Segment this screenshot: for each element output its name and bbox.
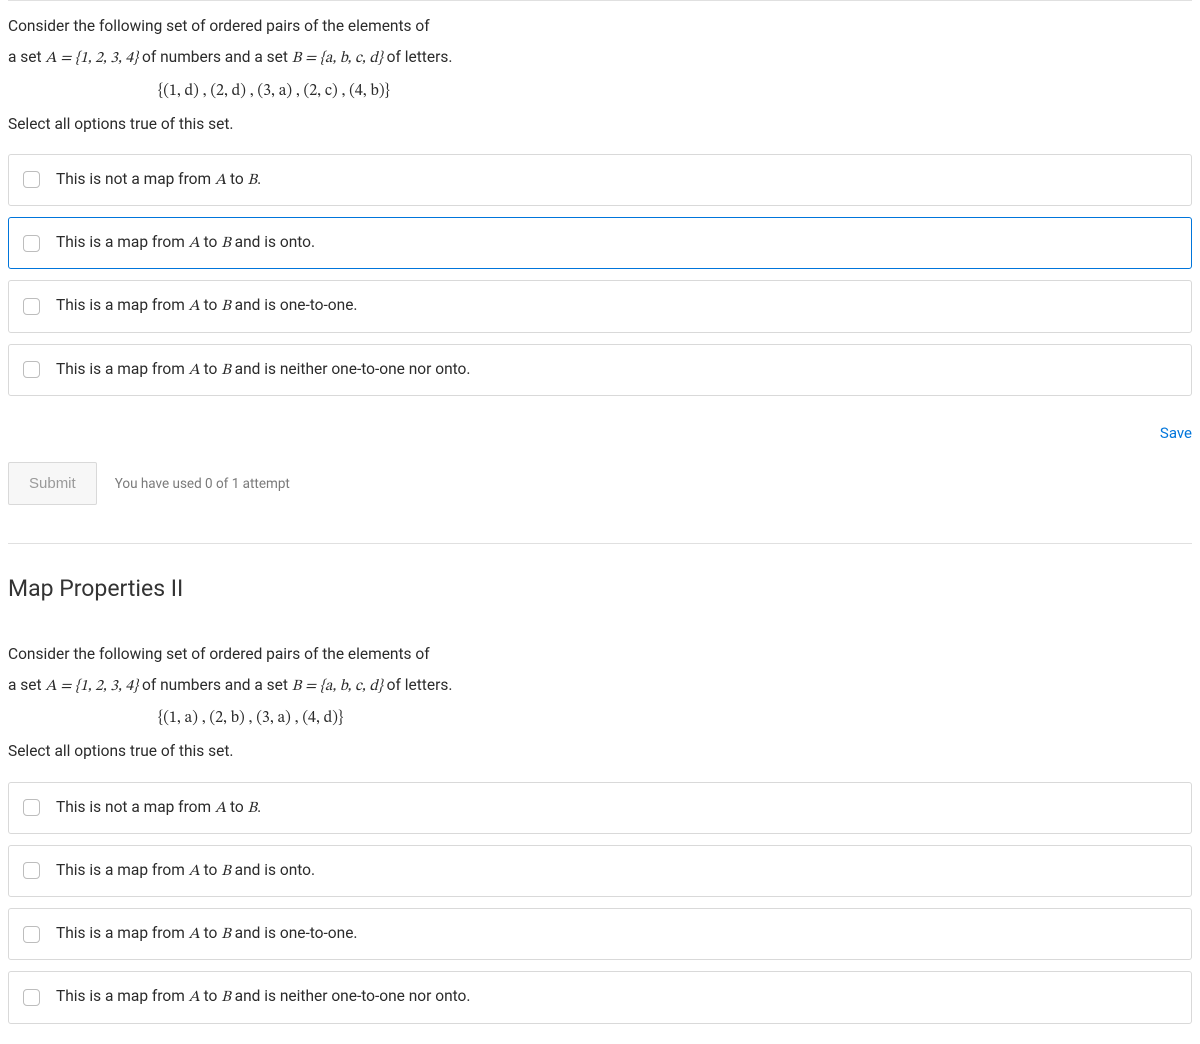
answer-option[interactable]: This is a map from A to B and is onto. xyxy=(8,217,1192,269)
answer-option[interactable]: This is not a map from A to B. xyxy=(8,154,1192,206)
checkbox[interactable] xyxy=(23,926,40,943)
q1-options: This is not a map from A to B. This is a … xyxy=(8,154,1192,396)
q2-setA: A = {1, 2, 3, 4} xyxy=(45,678,138,694)
option-label: This is a map from A to B and is one-to-… xyxy=(56,294,1177,318)
q2-setB: B = {a, b, c, d} xyxy=(292,678,383,694)
q1-stem: Consider the following set of ordered pa… xyxy=(8,15,1192,136)
answer-option[interactable]: This is not a map from A to B. xyxy=(8,782,1192,834)
q2-pairs: {(1, a) , (2, b) , (3, a) , (4, d)} xyxy=(158,706,1192,730)
answer-option[interactable]: This is a map from A to B and is neither… xyxy=(8,344,1192,396)
option-label: This is not a map from A to B. xyxy=(56,168,1177,192)
option-label: This is a map from A to B and is neither… xyxy=(56,358,1177,382)
q2-title: Map Properties II xyxy=(8,572,1192,607)
q1-setA: A = {1, 2, 3, 4} xyxy=(45,50,138,66)
submit-button[interactable]: Submit xyxy=(8,462,97,505)
answer-option[interactable]: This is a map from A to B and is onto. xyxy=(8,845,1192,897)
checkbox[interactable] xyxy=(23,862,40,879)
option-label: This is a map from A to B and is onto. xyxy=(56,231,1177,255)
option-label: This is not a map from A to B. xyxy=(56,796,1177,820)
q1-setB: B = {a, b, c, d} xyxy=(292,50,383,66)
q1-line1: Consider the following set of ordered pa… xyxy=(8,17,430,35)
checkbox[interactable] xyxy=(23,799,40,816)
checkbox[interactable] xyxy=(23,361,40,378)
checkbox[interactable] xyxy=(23,989,40,1006)
option-label: This is a map from A to B and is onto. xyxy=(56,859,1177,883)
q1-pairs: {(1, d) , (2, d) , (3, a) , (2, c) , (4,… xyxy=(158,79,1192,103)
attempts-text: You have used 0 of 1 attempt xyxy=(115,474,290,494)
save-link[interactable]: Save xyxy=(1160,422,1192,445)
option-label: This is a map from A to B and is neither… xyxy=(56,985,1177,1009)
q2-options: This is not a map from A to B. This is a … xyxy=(8,782,1192,1024)
checkbox[interactable] xyxy=(23,235,40,252)
q2-instruction: Select all options true of this set. xyxy=(8,740,1192,763)
q2-line1: Consider the following set of ordered pa… xyxy=(8,645,430,663)
checkbox[interactable] xyxy=(23,171,40,188)
q1-instruction: Select all options true of this set. xyxy=(8,113,1192,136)
answer-option[interactable]: This is a map from A to B and is neither… xyxy=(8,971,1192,1023)
option-label: This is a map from A to B and is one-to-… xyxy=(56,922,1177,946)
checkbox[interactable] xyxy=(23,298,40,315)
q2-stem: Consider the following set of ordered pa… xyxy=(8,643,1192,764)
answer-option[interactable]: This is a map from A to B and is one-to-… xyxy=(8,280,1192,332)
answer-option[interactable]: This is a map from A to B and is one-to-… xyxy=(8,908,1192,960)
